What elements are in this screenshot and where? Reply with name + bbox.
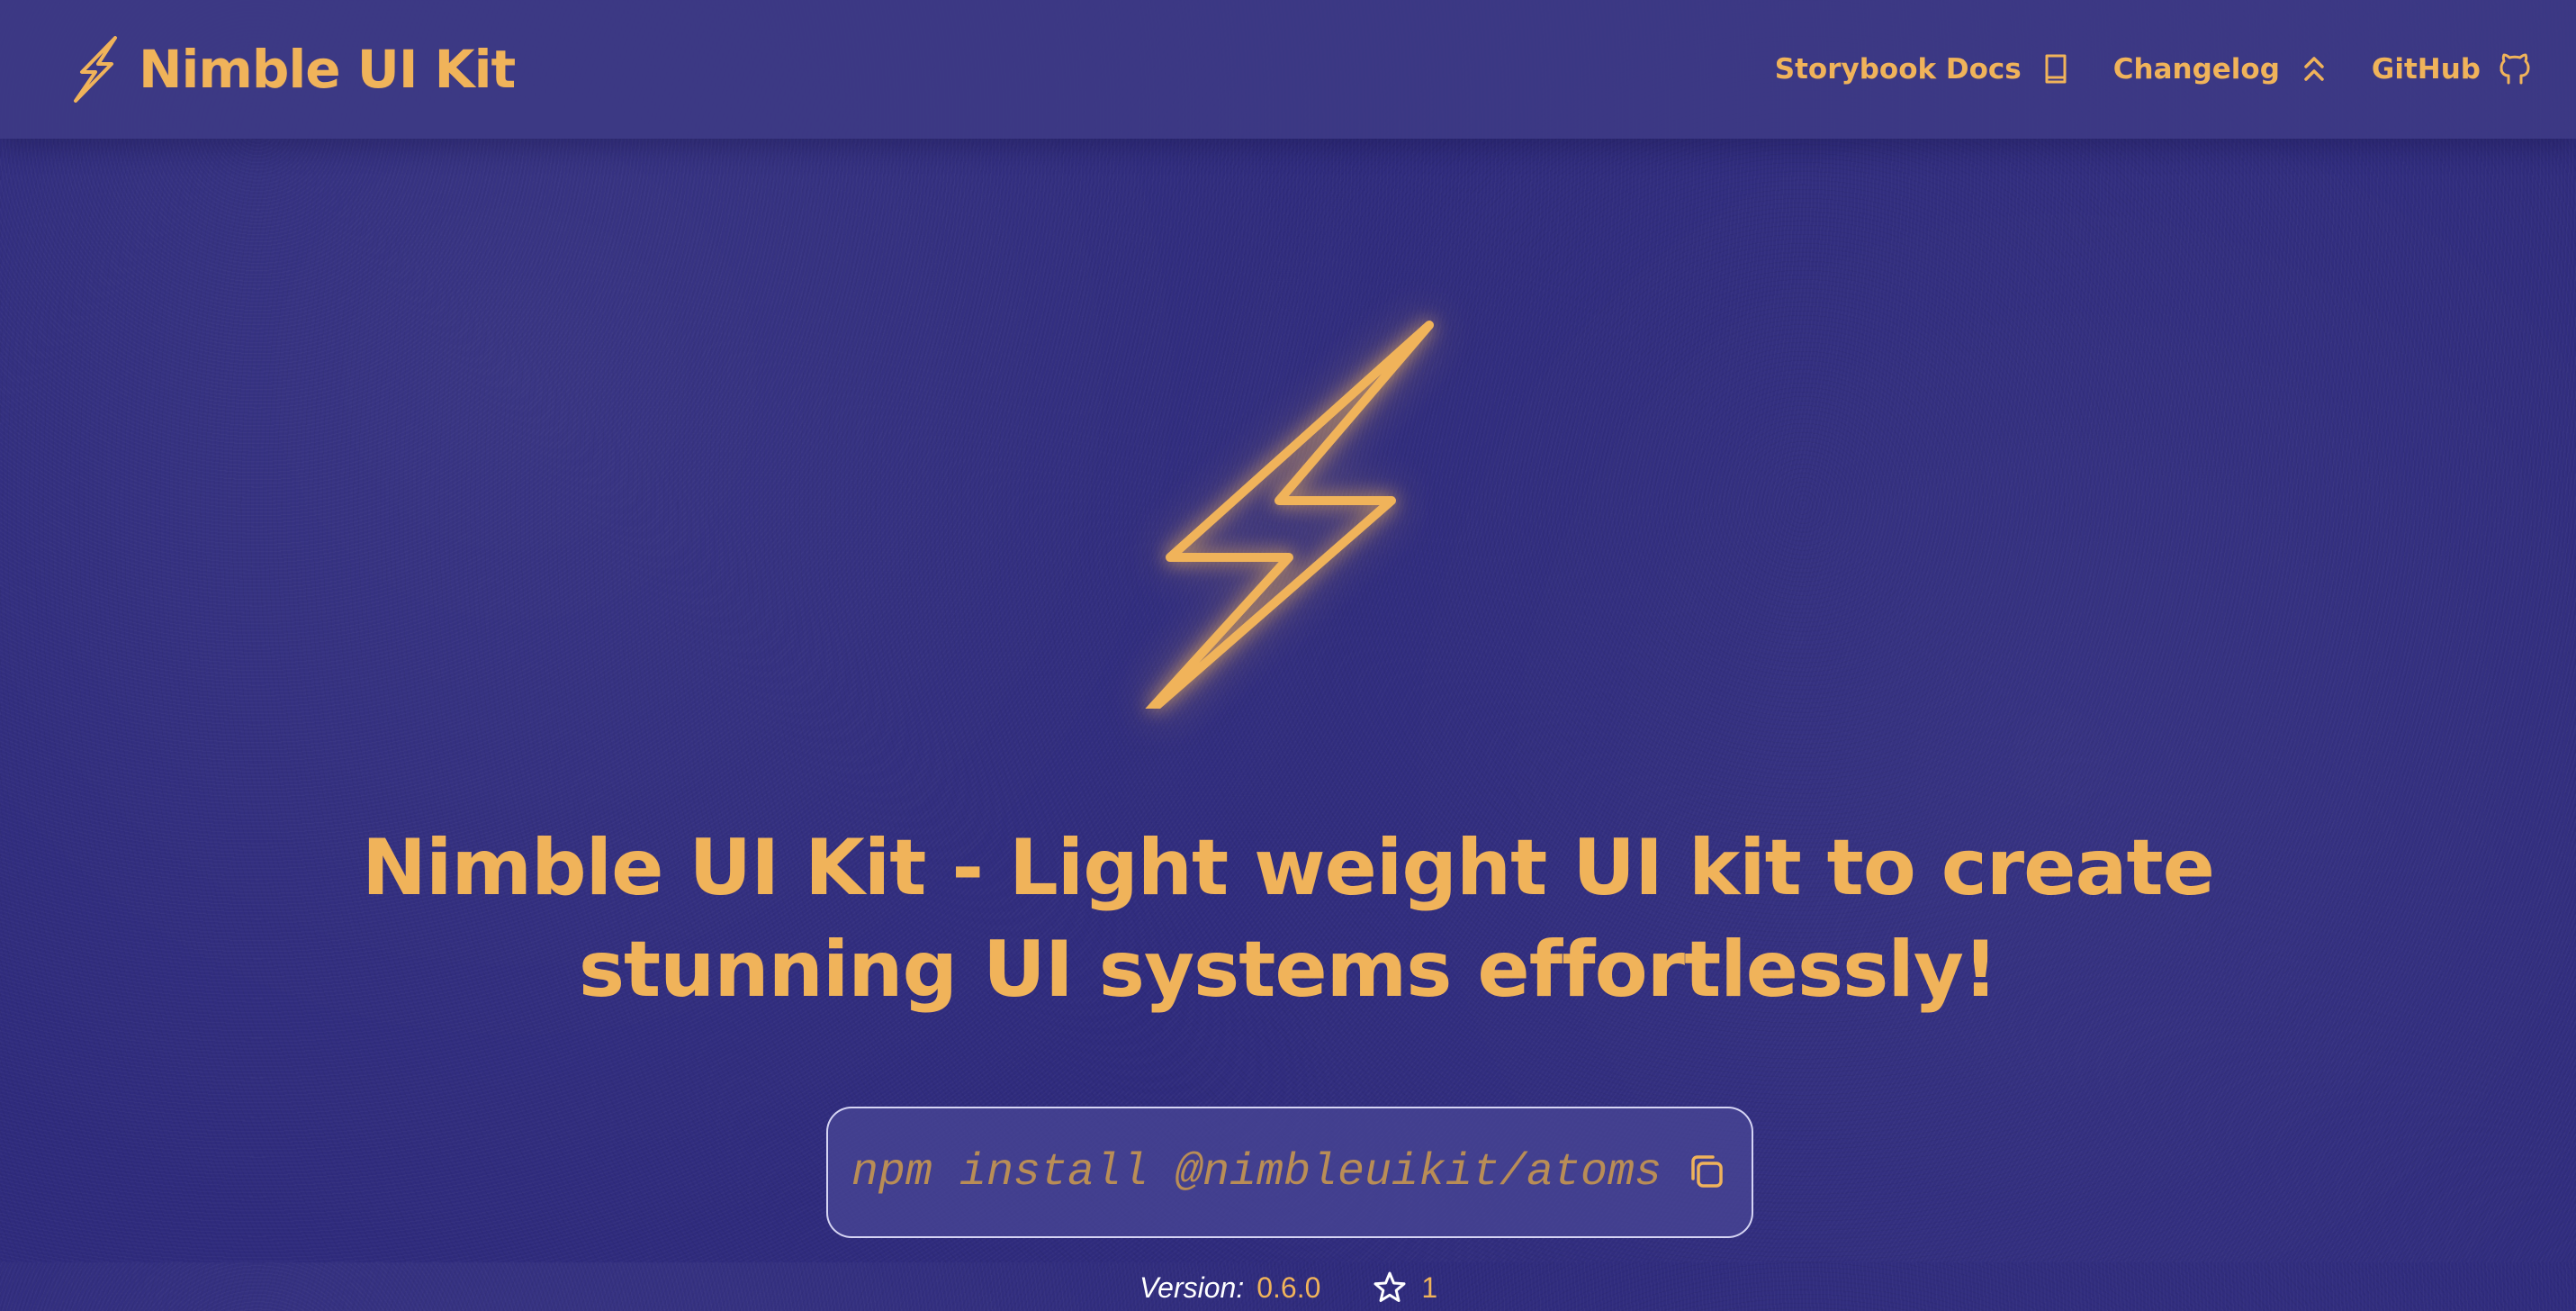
- github-icon: [2497, 51, 2533, 87]
- changelog-label: Changelog: [2112, 53, 2280, 86]
- version-value: 0.6.0: [1256, 1270, 1321, 1304]
- storybook-docs-link[interactable]: Storybook Docs: [1775, 51, 2074, 87]
- version-label: Version:: [1139, 1270, 1245, 1304]
- lightning-bolt-icon: [1130, 294, 1446, 709]
- github-link[interactable]: GitHub: [2372, 51, 2533, 87]
- star-icon[interactable]: [1371, 1269, 1409, 1306]
- github-label: GitHub: [2371, 53, 2481, 86]
- star-count: 1: [1421, 1270, 1438, 1304]
- changelog-link[interactable]: Changelog: [2113, 51, 2332, 87]
- lightning-bolt-icon: [70, 36, 122, 103]
- install-command-box: npm install @nimbleuikit/atoms: [826, 1107, 1753, 1238]
- main-navigation: Storybook Docs Changelog GitHub: [1775, 51, 2533, 87]
- storybook-docs-label: Storybook Docs: [1774, 53, 2022, 86]
- brand[interactable]: Nimble UI Kit: [70, 36, 516, 103]
- hero-section: Nimble UI Kit - Light weight UI kit to c…: [0, 139, 2576, 1304]
- package-meta: Version: 0.6.0 1: [1139, 1264, 1437, 1311]
- hero-headline: Nimble UI Kit - Light weight UI kit to c…: [362, 823, 2215, 1015]
- copy-icon: [1691, 1155, 1723, 1188]
- double-chevron-up-icon: [2296, 51, 2332, 87]
- top-navbar: Nimble UI Kit Storybook Docs Changelog G: [0, 0, 2576, 139]
- book-icon: [2038, 51, 2074, 87]
- brand-title: Nimble UI Kit: [139, 39, 516, 100]
- install-command: npm install @nimbleuikit/atoms: [851, 1146, 1662, 1198]
- copy-button[interactable]: [1685, 1151, 1728, 1194]
